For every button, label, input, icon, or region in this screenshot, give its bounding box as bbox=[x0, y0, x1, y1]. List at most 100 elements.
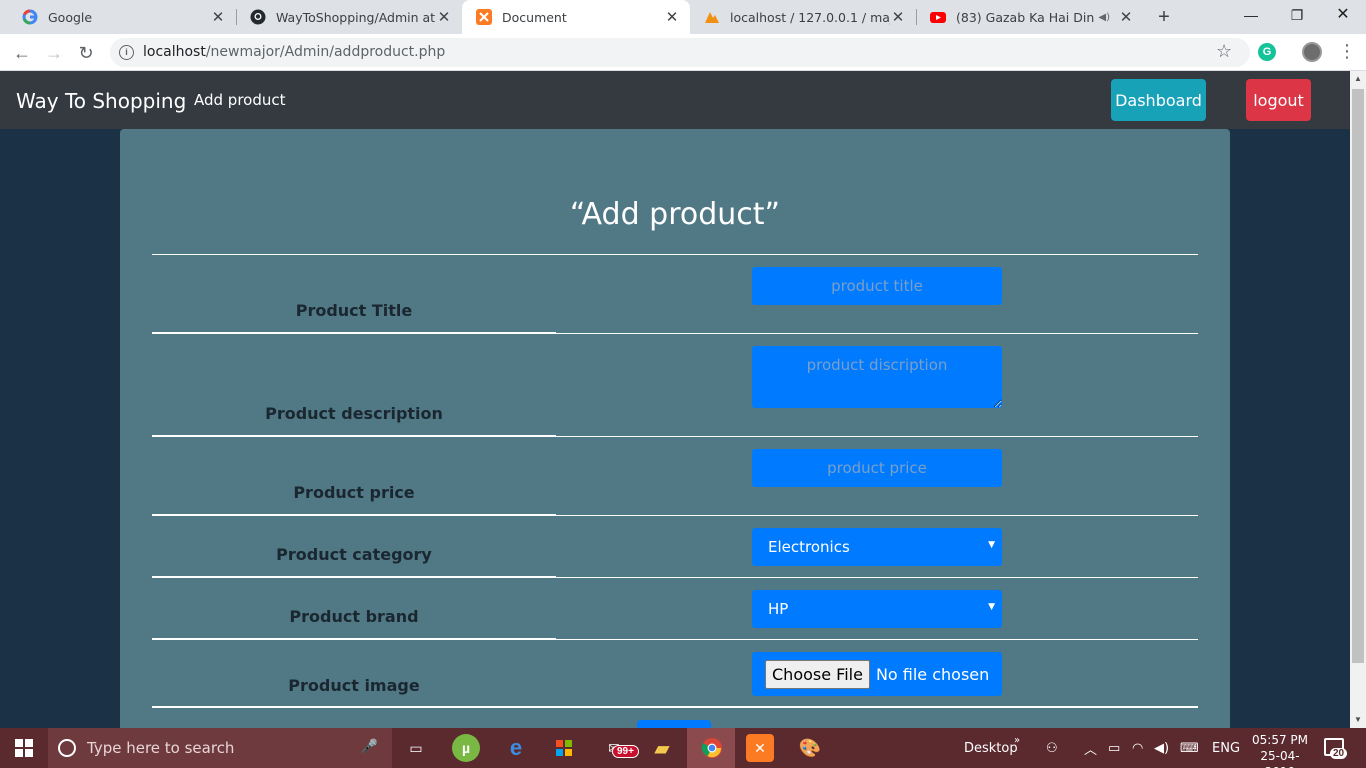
google-icon bbox=[22, 9, 38, 25]
tab-title: Document bbox=[502, 9, 567, 25]
tab-phpmyadmin[interactable]: localhost / 127.0.0.1 / majorprc ✕ bbox=[690, 0, 916, 34]
product-description-label: Product description bbox=[265, 404, 443, 423]
divider bbox=[152, 254, 1198, 255]
divider bbox=[152, 435, 556, 437]
tab-github[interactable]: WayToShopping/Admin at ma: ✕ bbox=[236, 0, 462, 34]
browser-tab-strip: Google ✕ WayToShopping/Admin at ma: ✕ Do… bbox=[0, 0, 1366, 34]
kebab-menu-icon[interactable]: ⋮ bbox=[1338, 41, 1356, 62]
xampp-taskbar-icon[interactable]: ✕ bbox=[746, 734, 774, 762]
page-scrollbar[interactable]: ▲ ▼ bbox=[1350, 71, 1366, 728]
back-icon[interactable]: ← bbox=[10, 41, 34, 65]
file-explorer-icon[interactable]: ▰ bbox=[648, 734, 676, 762]
windows-taskbar: Type here to search 🎤 ▭ µ e ✉ 99+ ▰ ✕ 🎨 … bbox=[0, 728, 1366, 768]
product-image-label: Product image bbox=[288, 676, 420, 695]
divider bbox=[556, 577, 1198, 578]
product-image-file-input[interactable]: Choose File No file chosen bbox=[752, 652, 1002, 696]
divider bbox=[152, 514, 556, 516]
edge-icon[interactable]: e bbox=[502, 734, 530, 762]
speaker-icon[interactable]: ◀) bbox=[1098, 12, 1110, 23]
divider bbox=[152, 706, 1198, 708]
wifi-icon[interactable]: ◠ bbox=[1132, 728, 1143, 768]
divider bbox=[556, 333, 1198, 334]
caret-down-icon: ▼ bbox=[988, 602, 995, 612]
divider bbox=[152, 332, 556, 334]
paint-icon[interactable]: 🎨 bbox=[796, 734, 824, 762]
minimize-icon[interactable]: — bbox=[1228, 0, 1274, 30]
start-button[interactable] bbox=[0, 728, 48, 768]
battery-icon[interactable]: ▭ bbox=[1108, 728, 1120, 768]
taskbar-search[interactable]: Type here to search 🎤 bbox=[48, 728, 392, 768]
product-brand-select[interactable]: HP ▼ bbox=[752, 590, 1002, 628]
dashboard-button[interactable]: Dashboard bbox=[1111, 79, 1206, 121]
language-indicator[interactable]: ENG bbox=[1212, 728, 1240, 768]
avatar[interactable] bbox=[1302, 42, 1322, 62]
close-icon[interactable]: ✕ bbox=[210, 9, 226, 25]
chevron-right-icon[interactable]: » bbox=[1014, 720, 1020, 760]
reload-icon[interactable]: ↻ bbox=[74, 41, 98, 65]
product-title-input[interactable] bbox=[752, 267, 1002, 305]
address-bar[interactable]: i localhost/newmajor/Admin/addproduct.ph… bbox=[110, 38, 1250, 67]
utorrent-icon[interactable]: µ bbox=[452, 734, 480, 762]
divider bbox=[556, 639, 1198, 640]
choose-file-button[interactable]: Choose File bbox=[765, 659, 870, 689]
url-text[interactable]: localhost/newmajor/Admin/addproduct.php bbox=[143, 44, 445, 60]
phpmyadmin-icon bbox=[704, 9, 720, 25]
desktop-toolbar[interactable]: Desktop bbox=[964, 728, 1018, 768]
keyboard-icon[interactable]: ⌨ bbox=[1180, 728, 1199, 768]
tab-google[interactable]: Google ✕ bbox=[8, 0, 236, 34]
store-icon[interactable] bbox=[550, 734, 578, 762]
github-icon bbox=[250, 9, 266, 25]
add-product-form: “Add product” Product Title Product desc… bbox=[120, 129, 1230, 750]
selected-category: Electronics bbox=[768, 538, 850, 556]
tab-youtube[interactable]: (83) Gazab Ka Hai Din Witl ◀) ✕ bbox=[916, 0, 1144, 34]
file-status: No file chosen bbox=[875, 664, 990, 684]
restore-icon[interactable]: ❐ bbox=[1274, 0, 1320, 30]
scroll-up-icon[interactable]: ▲ bbox=[1350, 71, 1366, 87]
nav-add-product[interactable]: Add product bbox=[194, 91, 286, 109]
tab-title: WayToShopping/Admin at ma: bbox=[276, 9, 436, 25]
tab-title: localhost / 127.0.0.1 / majorprc bbox=[730, 9, 890, 25]
divider bbox=[152, 576, 556, 578]
info-icon[interactable]: i bbox=[119, 45, 134, 60]
forward-icon[interactable]: → bbox=[42, 41, 66, 65]
tab-title: Google bbox=[48, 9, 93, 25]
scroll-thumb[interactable] bbox=[1352, 89, 1364, 663]
product-category-select[interactable]: Electronics ▼ bbox=[752, 528, 1002, 566]
microphone-icon[interactable]: 🎤 bbox=[361, 738, 378, 755]
close-icon[interactable]: ✕ bbox=[1118, 9, 1134, 25]
product-title-label: Product Title bbox=[295, 301, 413, 320]
tab-document[interactable]: Document ✕ bbox=[462, 0, 690, 34]
product-description-textarea[interactable] bbox=[752, 346, 1002, 408]
close-window-icon[interactable]: ✕ bbox=[1320, 0, 1366, 30]
product-category-label: Product category bbox=[276, 545, 432, 564]
product-brand-label: Product brand bbox=[289, 607, 419, 626]
brand-link[interactable]: Way To Shopping bbox=[16, 89, 186, 113]
grammarly-extension-icon[interactable]: G bbox=[1258, 43, 1276, 61]
url-path: /newmajor/Admin/addproduct.php bbox=[205, 44, 446, 60]
bookmark-star-icon[interactable]: ☆ bbox=[1216, 41, 1232, 62]
chevron-up-icon[interactable]: ︿ bbox=[1084, 728, 1097, 768]
logout-button[interactable]: logout bbox=[1246, 79, 1311, 121]
notification-count: 20 bbox=[1330, 748, 1348, 759]
new-tab-button[interactable]: + bbox=[1152, 5, 1176, 29]
selected-brand: HP bbox=[768, 600, 789, 618]
form-title: “Add product” bbox=[569, 197, 781, 232]
close-icon[interactable]: ✕ bbox=[436, 9, 452, 25]
mail-badge: 99+ bbox=[612, 745, 639, 758]
volume-icon[interactable]: ◀) bbox=[1154, 728, 1169, 768]
windows-logo-icon bbox=[15, 739, 33, 757]
close-icon[interactable]: ✕ bbox=[890, 9, 906, 25]
people-icon[interactable]: ⚇ bbox=[1046, 728, 1058, 768]
close-icon[interactable]: ✕ bbox=[664, 9, 680, 25]
scroll-down-icon[interactable]: ▼ bbox=[1350, 712, 1366, 728]
clock[interactable]: 05:57 PM 25-04-2019 bbox=[1248, 732, 1312, 768]
divider bbox=[556, 436, 1198, 437]
url-host: localhost bbox=[143, 44, 206, 60]
xampp-icon bbox=[476, 9, 492, 25]
product-price-input[interactable] bbox=[752, 449, 1002, 487]
task-view-icon[interactable]: ▭ bbox=[402, 734, 430, 762]
tab-title: (83) Gazab Ka Hai Din Witl bbox=[956, 9, 1098, 25]
chrome-icon[interactable] bbox=[698, 734, 726, 762]
divider bbox=[152, 638, 556, 640]
time: 05:57 PM bbox=[1252, 733, 1308, 747]
